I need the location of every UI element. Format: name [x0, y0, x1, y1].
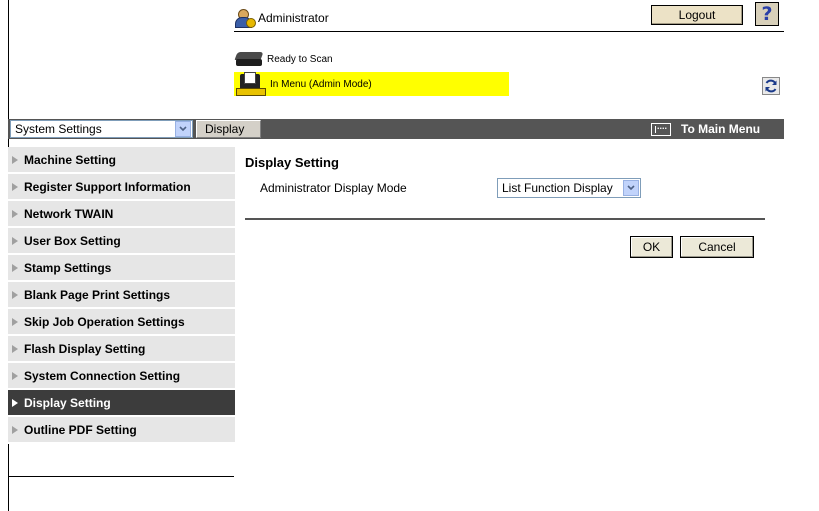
display-mode-label: Administrator Display Mode: [260, 181, 407, 195]
scanner-icon: [234, 50, 264, 68]
arrow-right-icon: [12, 398, 18, 407]
chevron-down-icon[interactable]: [623, 180, 639, 196]
sidebar-item-stamp-settings[interactable]: Stamp Settings: [8, 255, 235, 282]
arrow-right-icon: [12, 263, 18, 272]
menu-status: In Menu (Admin Mode): [234, 72, 509, 96]
cancel-button[interactable]: Cancel: [680, 236, 754, 258]
display-mode-value: List Function Display: [502, 181, 613, 195]
user-info: Administrator: [234, 7, 329, 29]
arrow-right-icon: [12, 344, 18, 353]
main-menu-label: To Main Menu: [681, 122, 761, 136]
content-divider: [245, 218, 765, 220]
ok-button[interactable]: OK: [630, 236, 673, 258]
arrow-right-icon: [12, 425, 18, 434]
help-button[interactable]: ?: [755, 2, 779, 26]
sidebar-item-label: Outline PDF Setting: [24, 422, 137, 437]
header-divider: [234, 31, 784, 32]
sidebar: Machine Setting Register Support Informa…: [8, 147, 235, 444]
sidebar-item-label: User Box Setting: [24, 233, 121, 248]
sidebar-item-label: Network TWAIN: [24, 206, 114, 221]
page-title: Display Setting: [245, 155, 339, 170]
menu-status-text: In Menu (Admin Mode): [270, 78, 372, 90]
sidebar-item-flash-display-setting[interactable]: Flash Display Setting: [8, 336, 235, 363]
arrow-right-icon: [12, 317, 18, 326]
arrow-right-icon: [12, 182, 18, 191]
sidebar-item-label: Flash Display Setting: [24, 341, 146, 356]
scan-status: Ready to Scan: [234, 49, 333, 69]
user-label: Administrator: [258, 11, 329, 25]
sidebar-item-display-setting[interactable]: Display Setting: [8, 390, 235, 417]
arrow-right-icon: [12, 209, 18, 218]
display-mode-select[interactable]: List Function Display: [497, 178, 641, 198]
sidebar-item-label: Machine Setting: [24, 152, 117, 167]
sidebar-divider: [8, 476, 234, 477]
sidebar-item-label: Register Support Information: [24, 179, 191, 194]
tab-display[interactable]: Display: [196, 120, 261, 138]
chevron-down-icon[interactable]: [175, 121, 191, 137]
sidebar-item-system-connection-setting[interactable]: System Connection Setting: [8, 363, 235, 390]
to-main-menu-link[interactable]: To Main Menu: [651, 120, 760, 138]
administrator-icon: [234, 8, 256, 28]
category-select-value: System Settings: [15, 122, 102, 136]
logout-button[interactable]: Logout: [651, 5, 743, 25]
sidebar-item-label: Skip Job Operation Settings: [24, 314, 185, 329]
refresh-button[interactable]: [762, 77, 780, 95]
scan-status-text: Ready to Scan: [267, 53, 333, 65]
sidebar-item-label: Display Setting: [24, 395, 111, 410]
arrow-right-icon: [12, 371, 18, 380]
main-menu-icon: [651, 121, 671, 136]
sidebar-item-label: System Connection Setting: [24, 368, 181, 383]
refresh-icon: [765, 79, 777, 93]
sidebar-item-machine-setting[interactable]: Machine Setting: [8, 147, 235, 174]
machine-menu-icon: [234, 72, 266, 96]
sidebar-item-blank-page-print-settings[interactable]: Blank Page Print Settings: [8, 282, 235, 309]
category-select[interactable]: System Settings: [10, 120, 193, 138]
sidebar-item-outline-pdf-setting[interactable]: Outline PDF Setting: [8, 417, 235, 444]
sidebar-item-network-twain[interactable]: Network TWAIN: [8, 201, 235, 228]
sidebar-item-user-box-setting[interactable]: User Box Setting: [8, 228, 235, 255]
sidebar-item-register-support-information[interactable]: Register Support Information: [8, 174, 235, 201]
sidebar-item-label: Blank Page Print Settings: [24, 287, 171, 302]
arrow-right-icon: [12, 236, 18, 245]
arrow-right-icon: [12, 155, 18, 164]
sidebar-item-skip-job-operation-settings[interactable]: Skip Job Operation Settings: [8, 309, 235, 336]
sidebar-item-label: Stamp Settings: [24, 260, 112, 275]
arrow-right-icon: [12, 290, 18, 299]
